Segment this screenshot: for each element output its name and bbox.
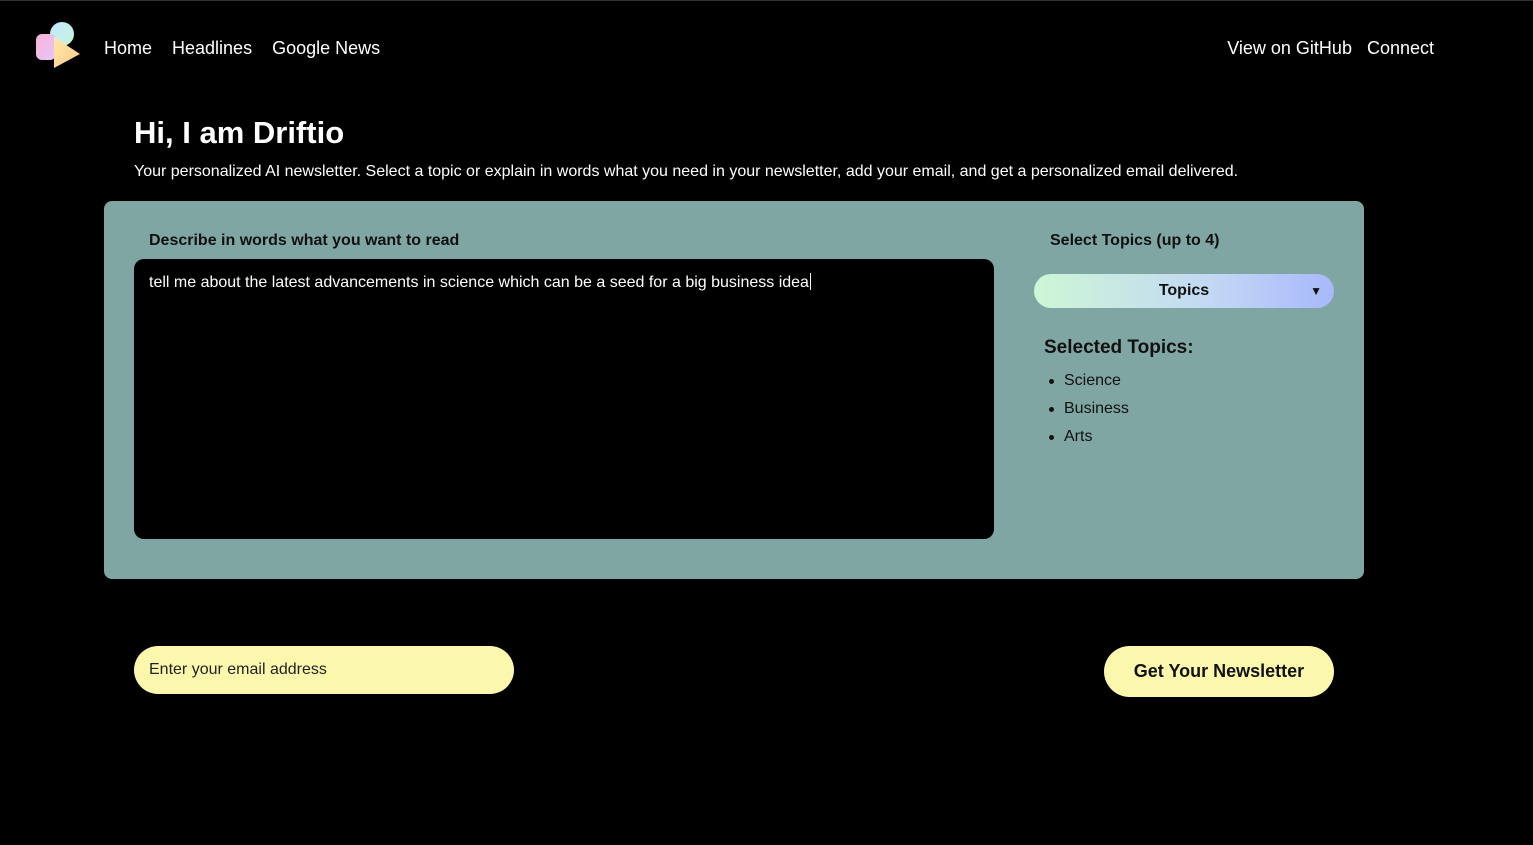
describe-textarea[interactable]: tell me about the latest advancements in…	[134, 259, 994, 539]
list-item: Business	[1044, 395, 1129, 423]
text-caret	[809, 273, 811, 290]
topics-label: Select Topics (up to 4)	[1050, 232, 1220, 249]
selected-topics-title: Selected Topics:	[1044, 337, 1194, 358]
top-nav: Home Headlines Google News View on GitHu…	[0, 1, 1533, 96]
nav-link-headlines[interactable]: Headlines	[172, 37, 252, 59]
chevron-down-icon: ▼	[1310, 284, 1322, 298]
list-item: Science	[1044, 367, 1129, 395]
nav-link-connect[interactable]: Connect	[1367, 37, 1434, 59]
nav-link-home[interactable]: Home	[104, 37, 152, 59]
get-newsletter-button[interactable]: Get Your Newsletter	[1104, 646, 1334, 697]
describe-text: tell me about the latest advancements in…	[149, 274, 809, 291]
nav-left: Home Headlines Google News	[104, 37, 380, 59]
topics-dropdown-label: Topics	[1158, 282, 1210, 299]
page-title: Hi, I am Driftio	[134, 115, 345, 150]
list-item: Arts	[1044, 423, 1129, 451]
email-field[interactable]: Enter your email address	[134, 646, 514, 694]
selected-topics-list: Science Business Arts	[1044, 367, 1129, 451]
describe-label: Describe in words what you want to read	[149, 232, 460, 249]
page-subtitle: Your personalized AI newsletter. Select …	[134, 163, 1239, 180]
nav-link-google-news[interactable]: Google News	[272, 37, 380, 59]
nav-link-github[interactable]: View on GitHub	[1227, 37, 1352, 59]
preferences-panel: Describe in words what you want to read …	[104, 201, 1364, 579]
nav-right: View on GitHub Connect	[1227, 37, 1434, 59]
driftio-logo-icon[interactable]	[36, 21, 82, 69]
topics-dropdown[interactable]: Topics ▼	[1034, 274, 1334, 308]
